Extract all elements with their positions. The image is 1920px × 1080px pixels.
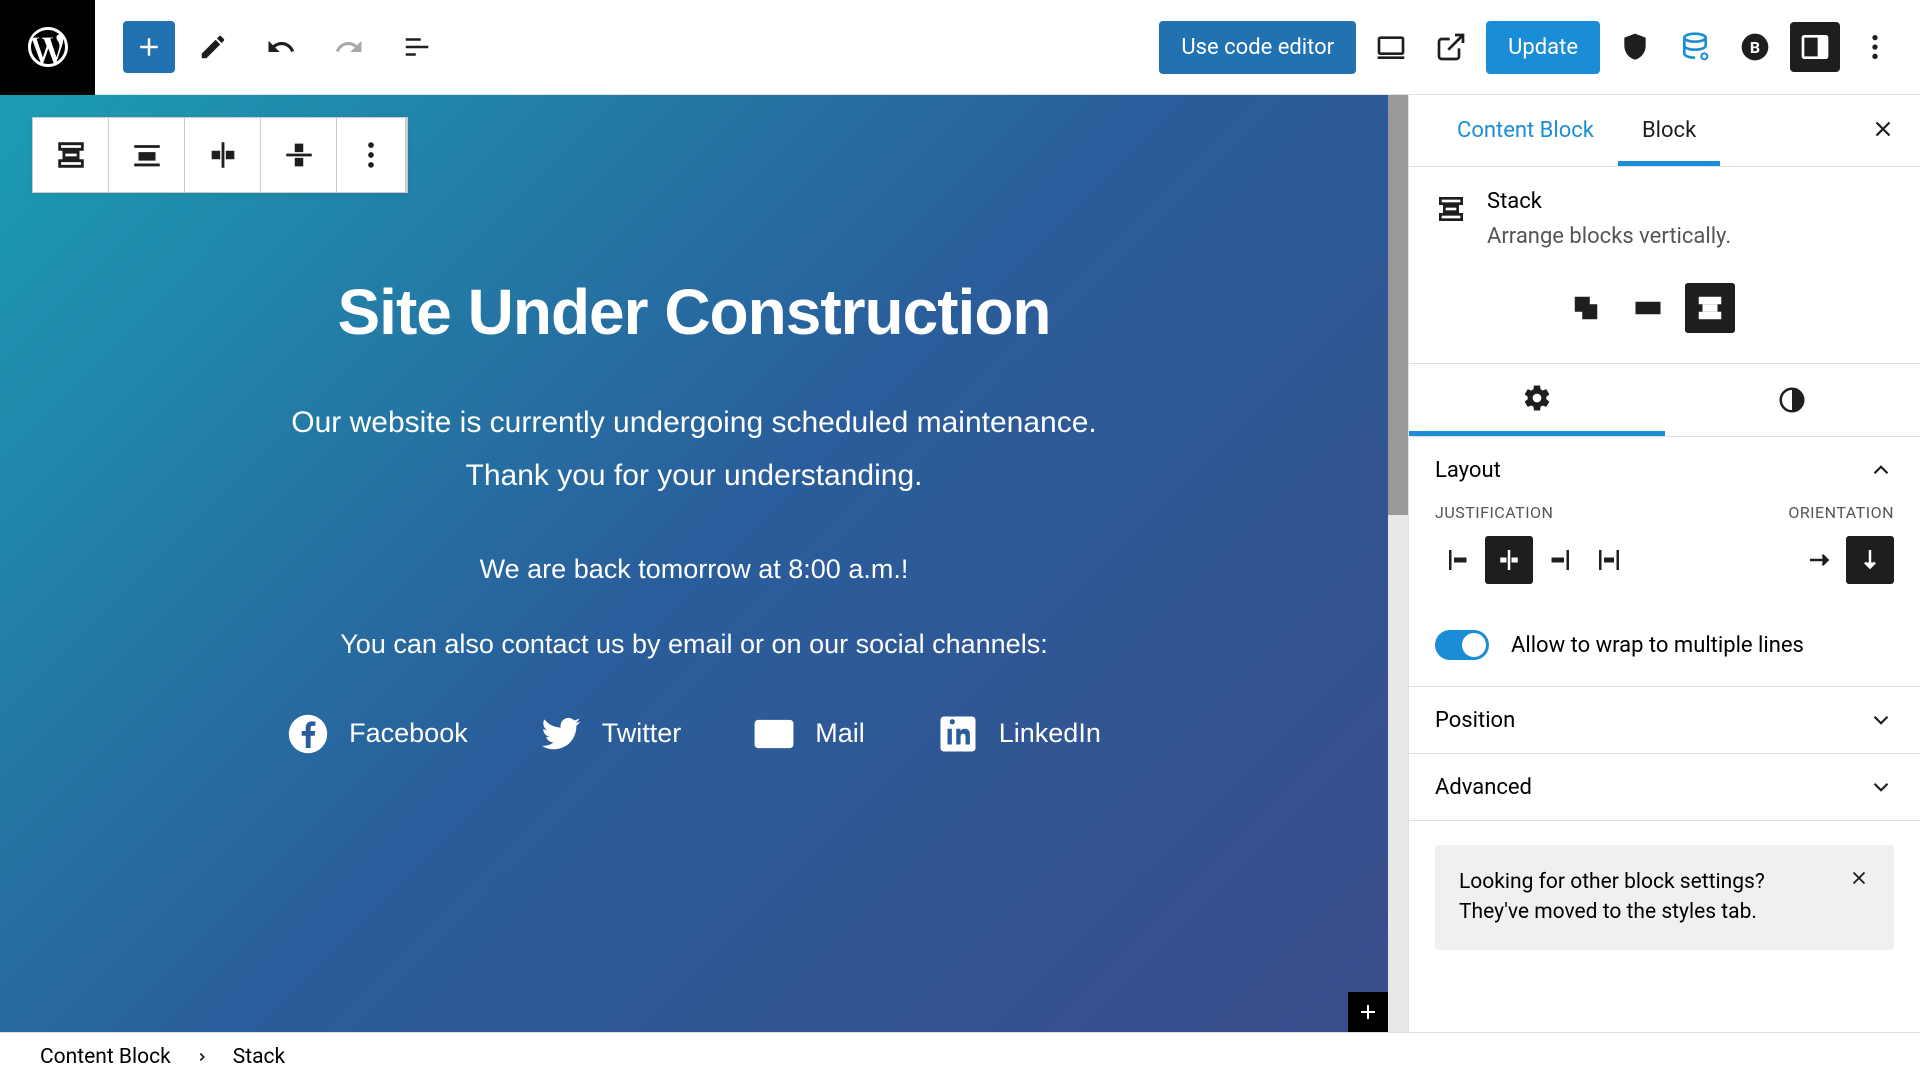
settings-sidebar-toggle[interactable] — [1790, 22, 1840, 72]
social-label: LinkedIn — [999, 718, 1101, 749]
variant-group-button[interactable] — [1561, 283, 1611, 333]
top-toolbar: Use code editor Update B — [0, 0, 1920, 95]
block-more-button[interactable] — [337, 118, 407, 192]
plugin-database-icon[interactable] — [1670, 22, 1720, 72]
block-description: Arrange blocks vertically. — [1487, 224, 1731, 249]
page-subtext-3[interactable]: You can also contact us by email or on o… — [0, 621, 1388, 668]
tab-styles[interactable] — [1665, 364, 1920, 436]
toolbar-left — [95, 17, 447, 77]
device-preview-button[interactable] — [1366, 22, 1416, 72]
breadcrumb-item[interactable]: Stack — [233, 1045, 285, 1069]
social-facebook[interactable]: Facebook — [287, 713, 468, 755]
add-block-button[interactable] — [123, 21, 175, 73]
plugin-guardian-icon[interactable] — [1610, 22, 1660, 72]
tab-content-block[interactable]: Content Block — [1433, 95, 1618, 166]
justify-right-button[interactable] — [1535, 536, 1583, 584]
inspector-tabs — [1409, 363, 1920, 437]
orientation-group — [1796, 536, 1894, 584]
block-name: Stack — [1487, 189, 1731, 214]
page-subtext-1[interactable]: Our website is currently undergoing sche… — [0, 397, 1388, 502]
social-mail[interactable]: Mail — [753, 713, 865, 755]
section-layout: Layout JUSTIFICATION ORIENTATION — [1409, 437, 1920, 687]
gear-icon — [1522, 383, 1552, 413]
page-heading[interactable]: Site Under Construction — [0, 275, 1388, 349]
layout-section-toggle[interactable]: Layout — [1409, 437, 1920, 503]
chevron-down-icon — [1868, 707, 1894, 733]
social-label: Mail — [815, 718, 865, 749]
options-menu-button[interactable] — [1850, 22, 1900, 72]
block-toolbar — [32, 117, 408, 193]
variant-row-button[interactable] — [1623, 283, 1673, 333]
list-view-button[interactable] — [387, 17, 447, 77]
block-info: Stack Arrange blocks vertically. — [1409, 167, 1920, 271]
twitter-icon — [540, 713, 582, 755]
chevron-up-icon — [1868, 457, 1894, 483]
breadcrumb: Content Block Stack — [0, 1032, 1920, 1080]
social-linkedin[interactable]: LinkedIn — [937, 713, 1101, 755]
undo-button[interactable] — [251, 17, 311, 77]
justify-center-button[interactable] — [1485, 536, 1533, 584]
wp-logo[interactable] — [0, 0, 95, 95]
position-section-toggle[interactable]: Position — [1409, 687, 1920, 753]
align-button[interactable] — [109, 118, 185, 192]
orientation-label: ORIENTATION — [1788, 503, 1894, 522]
tab-settings[interactable] — [1409, 364, 1665, 436]
redo-button[interactable] — [319, 17, 379, 77]
social-label: Twitter — [602, 718, 682, 749]
justification-group — [1435, 536, 1633, 584]
canvas-wrap: Site Under Construction Our website is c… — [0, 95, 1408, 1032]
mail-icon — [753, 713, 795, 755]
canvas-scrollbar[interactable] — [1388, 95, 1408, 1032]
orientation-vertical-button[interactable] — [1846, 536, 1894, 584]
wrap-label: Allow to wrap to multiple lines — [1511, 633, 1804, 658]
block-variants — [1409, 271, 1920, 363]
section-advanced: Advanced — [1409, 754, 1920, 821]
plugin-circle-b-icon[interactable]: B — [1730, 22, 1780, 72]
social-label: Facebook — [349, 718, 468, 749]
section-position: Position — [1409, 687, 1920, 754]
tab-block[interactable]: Block — [1618, 95, 1720, 166]
page-subtext-2[interactable]: We are back tomorrow at 8:00 a.m.! — [0, 546, 1388, 593]
svg-text:B: B — [1750, 38, 1760, 57]
toolbar-right: Use code editor Update B — [1159, 21, 1920, 74]
breadcrumb-item[interactable]: Content Block — [40, 1045, 171, 1069]
justify-center-button[interactable] — [185, 118, 261, 192]
chevron-down-icon — [1868, 774, 1894, 800]
info-panel: Looking for other block settings? They'v… — [1435, 845, 1894, 950]
styles-icon — [1777, 385, 1807, 415]
page-content: Site Under Construction Our website is c… — [0, 95, 1388, 755]
wrap-toggle-row: Allow to wrap to multiple lines — [1409, 610, 1920, 686]
variant-stack-button[interactable] — [1685, 283, 1735, 333]
justify-stretch-button[interactable] — [1585, 536, 1633, 584]
info-text: Looking for other block settings? They'v… — [1459, 867, 1832, 928]
justification-label: JUSTIFICATION — [1435, 503, 1553, 522]
sidebar-tabs: Content Block Block — [1409, 95, 1920, 167]
facebook-icon — [287, 713, 329, 755]
chevron-right-icon — [195, 1050, 209, 1064]
stack-icon — [1435, 193, 1467, 225]
wrap-toggle[interactable] — [1435, 630, 1489, 660]
edit-tools-button[interactable] — [183, 17, 243, 77]
view-external-button[interactable] — [1426, 22, 1476, 72]
advanced-section-toggle[interactable]: Advanced — [1409, 754, 1920, 820]
add-block-corner-button[interactable] — [1348, 992, 1388, 1032]
scrollbar-thumb[interactable] — [1388, 95, 1408, 515]
editor-canvas[interactable]: Site Under Construction Our website is c… — [0, 95, 1388, 1032]
block-type-button[interactable] — [33, 118, 109, 192]
linkedin-icon — [937, 713, 979, 755]
settings-sidebar: Content Block Block Stack Arrange blocks… — [1408, 95, 1920, 1032]
social-twitter[interactable]: Twitter — [540, 713, 682, 755]
main-area: Site Under Construction Our website is c… — [0, 95, 1920, 1032]
code-editor-button[interactable]: Use code editor — [1159, 21, 1356, 74]
social-row: Facebook Twitter Mail LinkedIn — [0, 713, 1388, 755]
orientation-horizontal-button[interactable] — [1796, 536, 1844, 584]
vertical-align-button[interactable] — [261, 118, 337, 192]
justify-left-button[interactable] — [1435, 536, 1483, 584]
update-button[interactable]: Update — [1486, 21, 1600, 74]
close-sidebar-button[interactable] — [1870, 116, 1896, 146]
close-icon[interactable] — [1848, 867, 1870, 889]
